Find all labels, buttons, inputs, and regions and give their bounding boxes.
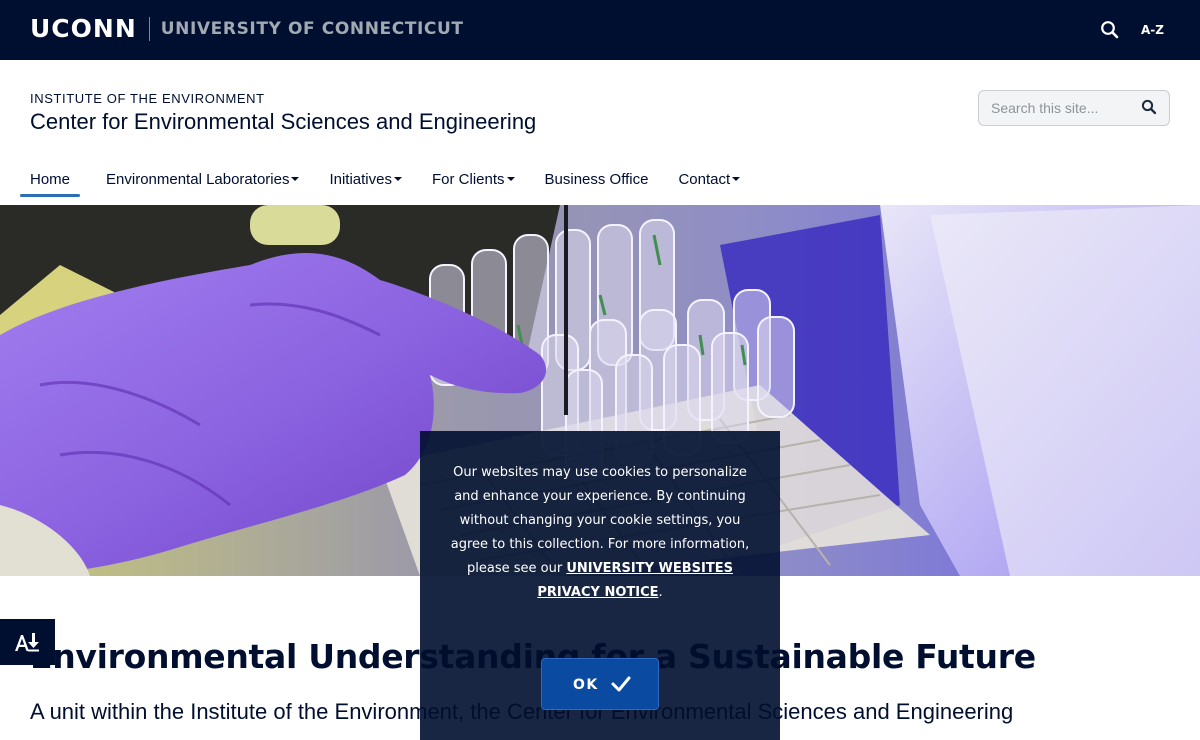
nav-item-label: Home <box>30 171 71 188</box>
a-z-index-link[interactable]: A-Z <box>1141 22 1164 38</box>
caret-down-icon <box>506 177 515 182</box>
nav-item-business-office[interactable]: Business Office <box>535 165 659 197</box>
nav-item-environmental-laboratories[interactable]: Environmental Laboratories <box>96 165 309 197</box>
cookie-banner: Our websites may use cookies to personal… <box>420 431 780 740</box>
site-search-input[interactable] <box>979 91 1129 125</box>
caret-down-icon <box>393 177 402 182</box>
search-icon[interactable] <box>1141 99 1157 115</box>
main-nav: Home Environmental Laboratories Initiati… <box>20 165 750 197</box>
cookie-ok-button[interactable]: OK <box>541 658 659 710</box>
privacy-notice-link[interactable]: UNIVERSITY WEBSITES PRIVACY NOTICE <box>537 561 733 600</box>
search-icon[interactable] <box>1100 20 1120 40</box>
brand-divider <box>148 17 150 41</box>
uconn-brand[interactable]: UCONN UNIVERSITY OF CONNECTICUT <box>30 14 464 44</box>
caret-down-icon <box>732 177 741 182</box>
accessibility-download-icon <box>15 633 39 652</box>
nav-item-label: For Clients <box>431 171 505 188</box>
accessibility-download-button[interactable] <box>0 619 55 665</box>
nav-item-label: Initiatives <box>329 171 392 188</box>
check-icon <box>611 676 631 692</box>
caret-down-icon <box>291 177 300 182</box>
nav-item-label: Business Office <box>544 171 649 188</box>
nav-item-home[interactable]: Home <box>20 165 81 197</box>
nav-item-label: Environmental Laboratories <box>106 171 290 188</box>
cookie-ok-label: OK <box>573 677 599 693</box>
university-name[interactable]: UNIVERSITY OF CONNECTICUT <box>161 14 464 44</box>
nav-item-for-clients[interactable]: For Clients <box>422 165 525 197</box>
nav-item-label: Contact <box>678 171 731 188</box>
cookie-message: Our websites may use cookies to personal… <box>448 461 752 605</box>
uconn-logo[interactable]: UCONN <box>30 14 137 44</box>
uconn-top-bar: UCONN UNIVERSITY OF CONNECTICUT A-Z <box>0 0 1200 60</box>
nav-item-initiatives[interactable]: Initiatives <box>319 165 412 197</box>
nav-item-contact[interactable]: Contact <box>668 165 750 197</box>
cookie-period: . <box>658 585 663 600</box>
institute-name[interactable]: INSTITUTE OF THE ENVIRONMENT <box>30 91 265 106</box>
site-title[interactable]: Center for Environmental Sciences and En… <box>30 108 536 136</box>
site-search <box>978 90 1170 126</box>
cookie-message-text: Our websites may use cookies to personal… <box>450 465 750 576</box>
